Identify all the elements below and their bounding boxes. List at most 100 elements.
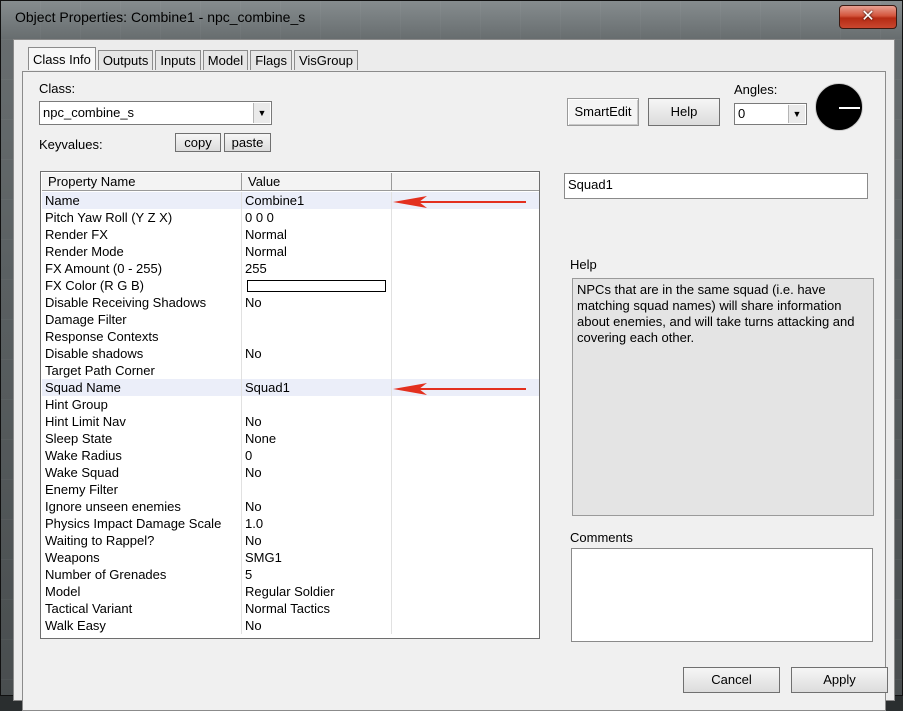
tab-flags[interactable]: Flags	[250, 50, 292, 70]
property-value-cell: Combine1	[242, 192, 392, 209]
property-extra-cell	[392, 464, 539, 481]
property-extra-cell	[392, 617, 539, 634]
property-value-cell: None	[242, 430, 392, 447]
dialog-client-area: Class Info Outputs Inputs Model Flags Vi…	[13, 39, 895, 711]
property-value-cell: Normal	[242, 243, 392, 260]
property-extra-cell	[392, 260, 539, 277]
property-row[interactable]: Damage Filter	[42, 311, 539, 328]
property-name-cell: Tactical Variant	[42, 600, 242, 617]
property-name-cell: Render Mode	[42, 243, 242, 260]
property-row[interactable]: Ignore unseen enemies No	[42, 498, 539, 515]
property-value-cell: Squad1	[242, 379, 392, 396]
window-title: Object Properties: Combine1 - npc_combin…	[15, 9, 306, 25]
property-name-cell: Number of Grenades	[42, 566, 242, 583]
property-extra-cell	[392, 532, 539, 549]
angle-dial-needle	[839, 107, 860, 109]
property-extra-cell	[392, 396, 539, 413]
property-value-cell: 5	[242, 566, 392, 583]
property-name-cell: Response Contexts	[42, 328, 242, 345]
tab-class-info[interactable]: Class Info	[28, 47, 96, 70]
object-properties-window: Object Properties: Combine1 - npc_combin…	[0, 0, 903, 711]
property-row[interactable]: Number of Grenades 5	[42, 566, 539, 583]
class-combobox[interactable]: npc_combine_s ▼	[39, 101, 272, 125]
value-edit-field[interactable]: Squad1	[564, 173, 868, 199]
property-extra-cell	[392, 430, 539, 447]
class-info-panel: Class: npc_combine_s ▼ Keyvalues: copy p…	[22, 71, 888, 711]
apply-button[interactable]: Apply	[791, 667, 888, 693]
property-extra-cell	[392, 549, 539, 566]
chevron-down-icon[interactable]: ▼	[788, 105, 805, 123]
property-row[interactable]: Response Contexts	[42, 328, 539, 345]
property-value-cell: Normal Tactics	[242, 600, 392, 617]
property-row[interactable]: FX Amount (0 - 255) 255	[42, 260, 539, 277]
paste-button[interactable]: paste	[224, 133, 271, 152]
property-name-cell: Model	[42, 583, 242, 600]
property-name-cell: Sleep State	[42, 430, 242, 447]
angle-dial[interactable]	[815, 83, 863, 131]
annotation-arrow-name-row	[393, 196, 526, 208]
property-extra-cell	[392, 311, 539, 328]
property-row[interactable]: Render FX Normal	[42, 226, 539, 243]
help-button[interactable]: Help	[648, 98, 720, 126]
property-name-cell: Damage Filter	[42, 311, 242, 328]
tab-model[interactable]: Model	[202, 50, 249, 70]
angles-combobox[interactable]: 0 ▼	[734, 103, 807, 125]
property-row[interactable]: Hint Group	[42, 396, 539, 413]
property-table-header: Property Name Value	[42, 173, 539, 191]
smartedit-button[interactable]: SmartEdit	[567, 98, 639, 126]
property-name-cell: Squad Name	[42, 379, 242, 396]
property-value-cell: No	[242, 294, 392, 311]
class-value: npc_combine_s	[43, 105, 135, 120]
property-extra-cell	[392, 209, 539, 226]
property-value-cell	[242, 328, 392, 345]
property-value-cell: 255	[242, 260, 392, 277]
property-value-cell: No	[242, 532, 392, 549]
property-extra-cell	[392, 362, 539, 379]
property-row[interactable]: Target Path Corner	[42, 362, 539, 379]
property-name-cell: Wake Radius	[42, 447, 242, 464]
comments-textarea[interactable]	[571, 548, 873, 642]
property-value-cell	[242, 362, 392, 379]
property-row[interactable]: Tactical Variant Normal Tactics	[42, 600, 539, 617]
help-label: Help	[570, 257, 597, 272]
property-row[interactable]: Enemy Filter	[42, 481, 539, 498]
property-row[interactable]: Wake Radius 0	[42, 447, 539, 464]
property-name-cell: Ignore unseen enemies	[42, 498, 242, 515]
property-name-cell: Waiting to Rappel?	[42, 532, 242, 549]
property-row[interactable]: Wake Squad No	[42, 464, 539, 481]
tab-visgroup[interactable]: VisGroup	[293, 50, 358, 70]
property-value-cell: Regular Soldier	[242, 583, 392, 600]
property-value-cell: No	[242, 464, 392, 481]
property-value-cell	[242, 481, 392, 498]
property-row[interactable]: Walk Easy No	[42, 617, 539, 634]
property-row[interactable]: Sleep State None	[42, 430, 539, 447]
property-row[interactable]: Weapons SMG1	[42, 549, 539, 566]
property-row[interactable]: Pitch Yaw Roll (Y Z X) 0 0 0	[42, 209, 539, 226]
property-row[interactable]: Render Mode Normal	[42, 243, 539, 260]
property-row[interactable]: Waiting to Rappel? No	[42, 532, 539, 549]
property-name-cell: FX Amount (0 - 255)	[42, 260, 242, 277]
property-rows: Name Combine1 Pitch Yaw Roll (Y Z X) 0 0 0R…	[42, 192, 539, 634]
property-row[interactable]: Disable shadows No	[42, 345, 539, 362]
property-row[interactable]: Model Regular Soldier	[42, 583, 539, 600]
cancel-button[interactable]: Cancel	[683, 667, 780, 693]
property-row[interactable]: Hint Limit Nav No	[42, 413, 539, 430]
property-value-cell	[242, 396, 392, 413]
chevron-down-icon[interactable]: ▼	[253, 103, 270, 123]
column-header-property-name[interactable]: Property Name	[42, 173, 242, 191]
property-name-cell: Hint Group	[42, 396, 242, 413]
close-button[interactable]: ✕	[839, 5, 897, 29]
color-swatch[interactable]	[247, 280, 386, 292]
property-row[interactable]: Disable Receiving Shadows No	[42, 294, 539, 311]
column-header-value[interactable]: Value	[242, 173, 392, 191]
property-row[interactable]: Physics Impact Damage Scale 1.0	[42, 515, 539, 532]
property-name-cell: Pitch Yaw Roll (Y Z X)	[42, 209, 242, 226]
property-value-cell	[242, 311, 392, 328]
tab-inputs[interactable]: Inputs	[155, 50, 201, 70]
property-row[interactable]: FX Color (R G B)	[42, 277, 539, 294]
property-name-cell: Render FX	[42, 226, 242, 243]
tab-outputs[interactable]: Outputs	[97, 50, 154, 70]
copy-button[interactable]: copy	[175, 133, 221, 152]
property-name-cell: Disable Receiving Shadows	[42, 294, 242, 311]
property-name-cell: Weapons	[42, 549, 242, 566]
